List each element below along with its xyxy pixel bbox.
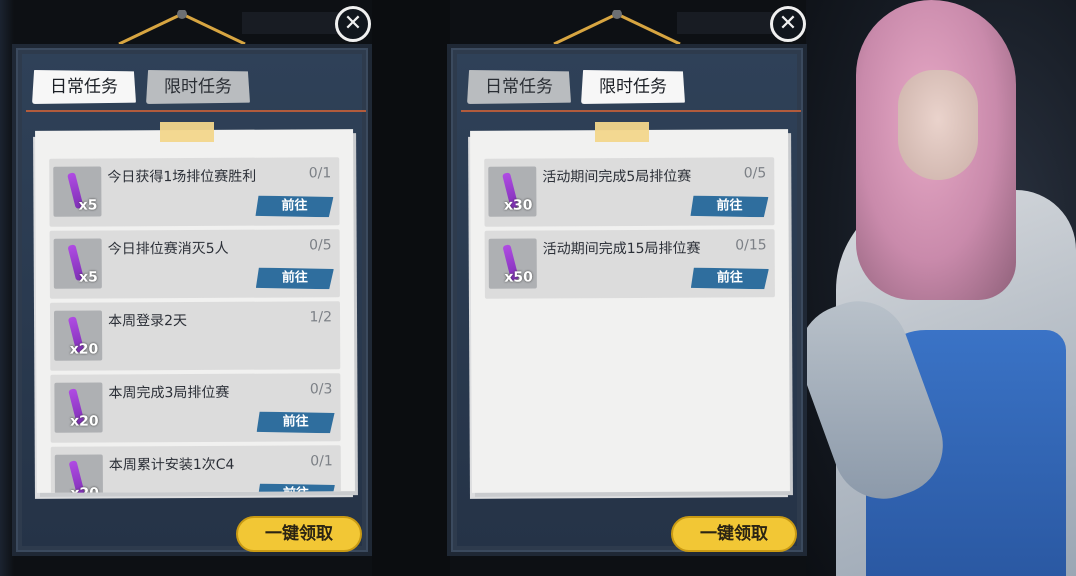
task-row: x20 本周登录2天 1/2 [49, 301, 341, 371]
tape [160, 122, 214, 142]
tab-underline [461, 110, 801, 112]
go-button[interactable]: 前往 [255, 195, 333, 217]
close-button[interactable]: ✕ [770, 6, 806, 42]
claim-all-button[interactable]: 一键领取 [236, 516, 362, 552]
task-paper: x5 今日获得1场排位赛胜利 0/1 前往 x5 今日排位赛消灭5人 0/5 前… [35, 129, 355, 493]
tab-daily[interactable]: 日常任务 [32, 70, 136, 104]
task-title: 本周登录2天 [108, 313, 188, 330]
task-title: 活动期间完成5局排位赛 [542, 168, 692, 186]
claim-all-button[interactable]: 一键领取 [671, 516, 797, 552]
reward-icon: x20 [54, 454, 104, 493]
reward-quantity: x5 [78, 197, 98, 214]
close-icon: ✕ [778, 11, 798, 36]
tab-limited[interactable]: 限时任务 [146, 70, 250, 104]
character-face [898, 70, 978, 180]
task-title: 活动期间完成15局排位赛 [542, 240, 701, 258]
tab-bar: 日常任务 限时任务 [32, 70, 250, 104]
reward-icon: x50 [488, 238, 537, 289]
task-progress: 0/5 [309, 237, 332, 254]
reward-icon: x5 [53, 238, 102, 289]
reward-quantity: x5 [79, 269, 98, 286]
task-progress: 0/5 [743, 165, 767, 182]
reward-quantity: x50 [504, 269, 533, 286]
task-progress: 0/1 [310, 453, 333, 470]
close-icon: ✕ [343, 11, 363, 36]
task-progress: 0/15 [735, 237, 767, 254]
close-button[interactable]: ✕ [335, 6, 371, 42]
limited-task-panel: ✕ 日常任务 限时任务 x30 活动期间完成5局排位赛 0/5 前往 x50 活… [447, 0, 807, 560]
tab-bar: 日常任务 限时任务 [467, 70, 685, 104]
hanging-string [117, 10, 247, 46]
task-row: x5 今日排位赛消灭5人 0/5 前往 [49, 229, 340, 299]
background-middle [372, 0, 450, 576]
reward-quantity: x30 [503, 197, 533, 214]
task-row: x20 本周完成3局排位赛 0/3 前往 [50, 373, 341, 443]
go-button[interactable]: 前往 [691, 267, 769, 289]
board-inner: 日常任务 限时任务 x30 活动期间完成5局排位赛 0/5 前往 x50 活动期… [457, 54, 801, 552]
task-title: 本周累计安装1次C4 [108, 456, 235, 474]
go-button[interactable]: 前往 [257, 483, 335, 493]
tab-underline [26, 110, 366, 112]
go-button[interactable]: 前往 [690, 195, 768, 217]
board-inner: 日常任务 限时任务 x5 今日获得1场排位赛胜利 0/1 前往 x5 今日排位赛… [22, 54, 366, 552]
reward-icon: x30 [488, 166, 537, 217]
task-row: x20 本周累计安装1次C4 0/1 前往 [50, 445, 342, 493]
top-bar [677, 12, 777, 34]
top-bar [242, 12, 342, 34]
task-progress: 0/1 [308, 165, 332, 182]
reward-icon: x20 [54, 382, 103, 433]
go-button[interactable]: 前往 [256, 267, 334, 289]
task-progress: 0/3 [309, 381, 333, 398]
reward-quantity: x20 [70, 413, 99, 430]
task-row: x50 活动期间完成15局排位赛 0/15 前往 [484, 229, 775, 299]
task-title: 今日获得1场排位赛胜利 [107, 168, 257, 186]
tab-limited[interactable]: 限时任务 [581, 70, 685, 104]
tape [595, 122, 649, 142]
reward-quantity: x20 [69, 341, 99, 358]
task-title: 今日排位赛消灭5人 [107, 240, 229, 258]
task-paper: x30 活动期间完成5局排位赛 0/5 前往 x50 活动期间完成15局排位赛 … [470, 129, 790, 493]
task-list: x30 活动期间完成5局排位赛 0/5 前往 x50 活动期间完成15局排位赛 … [484, 157, 775, 303]
task-row: x5 今日获得1场排位赛胜利 0/1 前往 [49, 157, 340, 227]
go-button[interactable]: 前往 [257, 411, 335, 433]
board: 日常任务 限时任务 x30 活动期间完成5局排位赛 0/5 前往 x50 活动期… [447, 44, 807, 556]
task-title: 本周完成3局排位赛 [108, 384, 230, 402]
reward-quantity: x20 [70, 486, 99, 493]
tab-daily[interactable]: 日常任务 [467, 70, 571, 104]
board: 日常任务 限时任务 x5 今日获得1场排位赛胜利 0/1 前往 x5 今日排位赛… [12, 44, 372, 556]
daily-task-panel: ✕ 日常任务 限时任务 x5 今日获得1场排位赛胜利 0/1 前往 x5 今日排… [12, 0, 372, 560]
task-list: x5 今日获得1场排位赛胜利 0/1 前往 x5 今日排位赛消灭5人 0/5 前… [49, 157, 342, 493]
task-row: x30 活动期间完成5局排位赛 0/5 前往 [484, 157, 775, 227]
character-art [806, 0, 1076, 576]
reward-icon: x20 [53, 310, 103, 361]
reward-icon: x5 [53, 166, 102, 217]
task-progress: 1/2 [309, 309, 333, 326]
hanging-string [552, 10, 682, 46]
